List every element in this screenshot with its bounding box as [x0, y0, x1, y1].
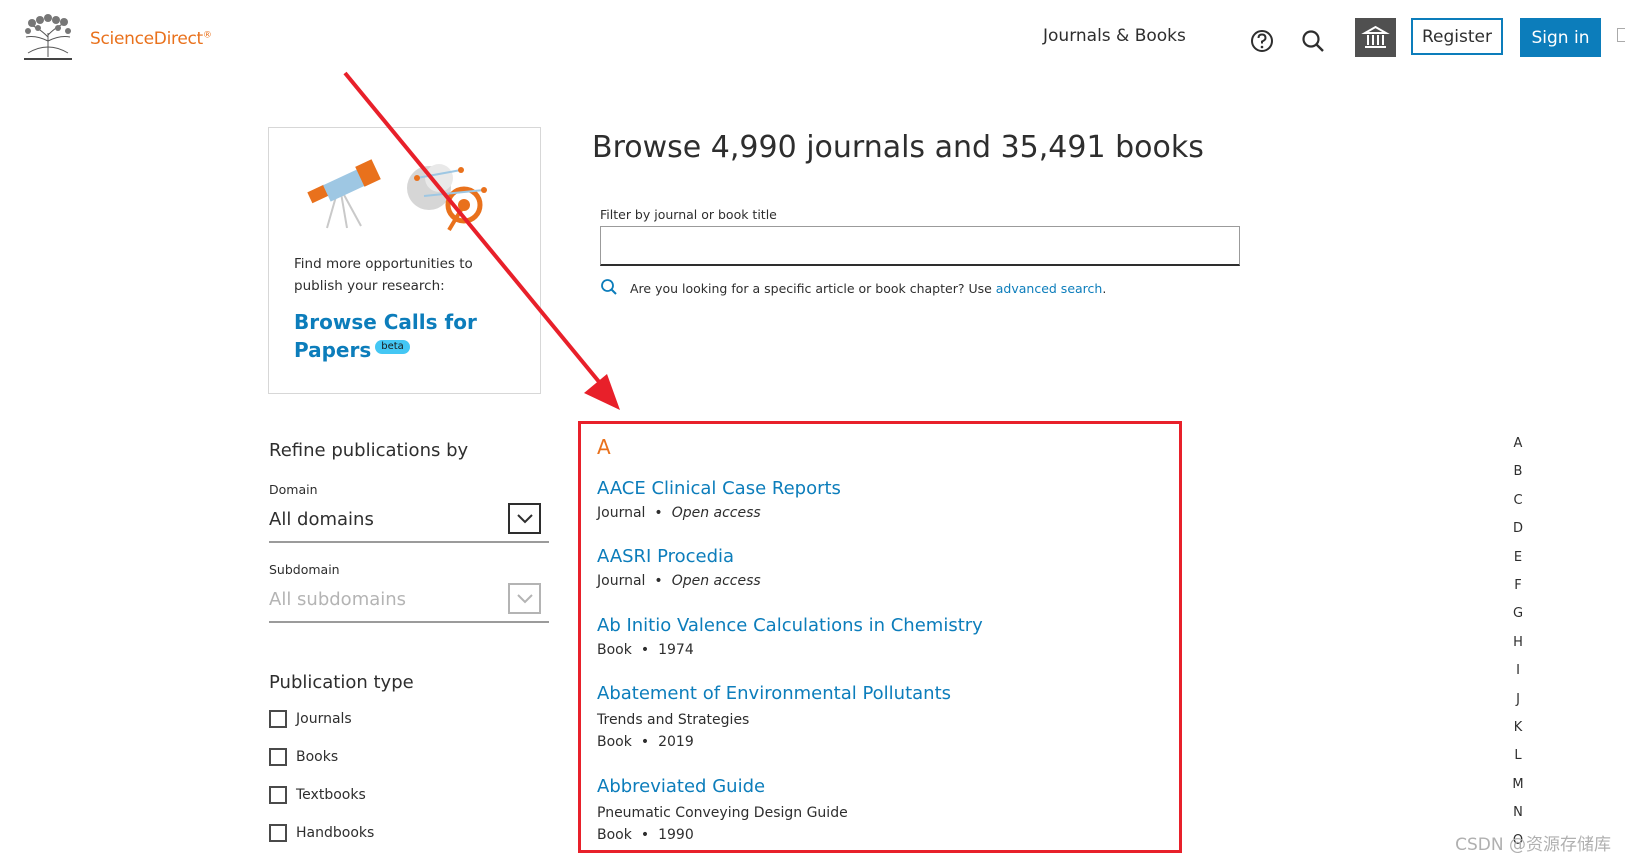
- calls-for-papers-card: Find more opportunities to publish your …: [268, 127, 541, 394]
- help-icon[interactable]: [1249, 28, 1275, 54]
- browse-calls-link[interactable]: Browse Calls for Papers beta: [294, 308, 494, 364]
- filter-label: Filter by journal or book title: [600, 207, 777, 222]
- index-letter-h[interactable]: H: [1506, 635, 1530, 663]
- domain-select[interactable]: All domains: [269, 503, 549, 543]
- promo-description: Find more opportunities to publish your …: [294, 256, 473, 294]
- index-letter-e[interactable]: E: [1506, 550, 1530, 578]
- checkbox-icon[interactable]: [269, 786, 287, 804]
- search-icon[interactable]: [1300, 28, 1326, 54]
- checkbox-icon[interactable]: [269, 824, 287, 842]
- subdomain-value: All subdomains: [269, 589, 407, 610]
- domain-label: Domain: [269, 482, 318, 497]
- brand-label: ScienceDirect: [90, 29, 203, 49]
- elsevier-logo[interactable]: [20, 13, 76, 63]
- checkbox-journals[interactable]: Journals: [269, 710, 352, 728]
- beta-badge: beta: [375, 340, 410, 355]
- checkbox-icon[interactable]: [269, 710, 287, 728]
- brand-mark: ®: [202, 30, 212, 41]
- institution-icon: [1361, 25, 1390, 48]
- index-letter-f[interactable]: F: [1506, 578, 1530, 606]
- domain-value: All domains: [269, 509, 374, 530]
- filter-input[interactable]: [600, 226, 1240, 266]
- institution-button[interactable]: [1355, 18, 1396, 57]
- nav-journals-books[interactable]: Journals & Books: [1043, 26, 1186, 46]
- index-letter-g[interactable]: G: [1506, 606, 1530, 634]
- register-button[interactable]: Register: [1411, 18, 1503, 55]
- brand-name[interactable]: ScienceDirect®: [90, 29, 212, 49]
- watermark: CSDN @资源存储库: [1455, 835, 1611, 855]
- chevron-down-icon[interactable]: [508, 583, 541, 614]
- index-letter-i[interactable]: I: [1506, 663, 1530, 691]
- telescope-illustration: [299, 148, 489, 233]
- advanced-search-link[interactable]: advanced search: [996, 281, 1103, 296]
- checkbox-icon[interactable]: [269, 748, 287, 766]
- checkbox-label: Handbooks: [296, 825, 375, 841]
- index-letter-k[interactable]: K: [1506, 720, 1530, 748]
- index-letter-l[interactable]: L: [1506, 748, 1530, 776]
- subdomain-select[interactable]: All subdomains: [269, 583, 549, 623]
- checkbox-label: Textbooks: [296, 787, 366, 803]
- checkbox-label: Journals: [296, 711, 352, 727]
- page-title: Browse 4,990 journals and 35,491 books: [592, 130, 1204, 165]
- browse-calls-label: Browse Calls for Papers: [294, 310, 477, 362]
- search-hint: Are you looking for a specific article o…: [630, 281, 1106, 296]
- refine-title: Refine publications by: [269, 440, 469, 461]
- hint-prefix: Are you looking for a specific article o…: [630, 281, 996, 296]
- index-letter-c[interactable]: C: [1506, 493, 1530, 521]
- checkbox-books[interactable]: Books: [269, 748, 338, 766]
- index-letter-a[interactable]: A: [1506, 436, 1530, 464]
- index-letter-b[interactable]: B: [1506, 464, 1530, 492]
- publication-type-title: Publication type: [269, 672, 414, 693]
- broken-image-icon: [1617, 28, 1625, 42]
- hint-suffix: .: [1102, 281, 1107, 296]
- index-letter-j[interactable]: J: [1506, 692, 1530, 720]
- subdomain-label: Subdomain: [269, 562, 340, 577]
- chevron-down-icon[interactable]: [508, 503, 541, 534]
- search-hint-icon: [600, 278, 618, 296]
- index-letter-d[interactable]: D: [1506, 521, 1530, 549]
- index-letter-m[interactable]: M: [1506, 777, 1530, 805]
- sign-in-button[interactable]: Sign in: [1520, 18, 1601, 57]
- checkbox-handbooks[interactable]: Handbooks: [269, 824, 374, 842]
- checkbox-textbooks[interactable]: Textbooks: [269, 786, 366, 804]
- alphabet-index: A B C D E F G H I J K L M N O: [1506, 436, 1530, 862]
- checkbox-label: Books: [296, 749, 339, 765]
- annotation-highlight-box: [578, 421, 1182, 853]
